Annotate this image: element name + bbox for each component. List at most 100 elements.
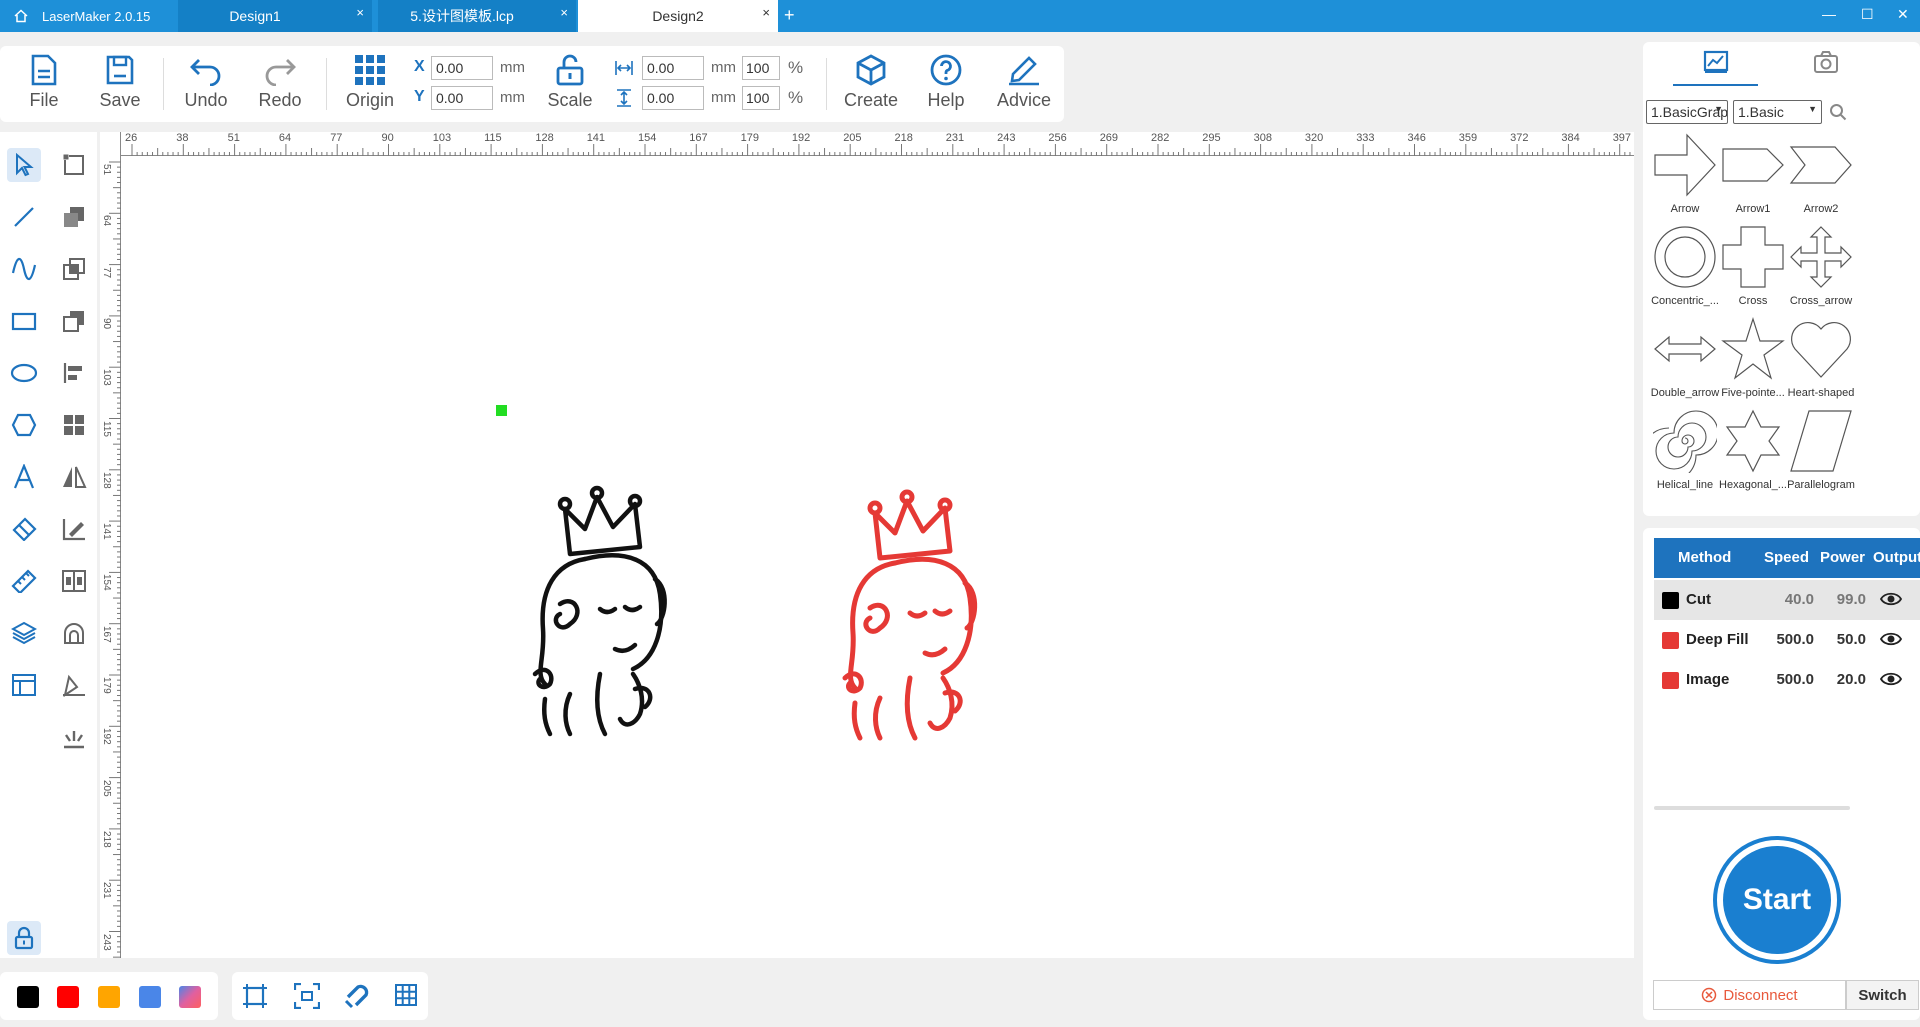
- laser-tool[interactable]: [57, 720, 91, 754]
- origin-button[interactable]: Origin: [338, 54, 402, 118]
- array-tool[interactable]: [57, 408, 91, 442]
- tab-design1[interactable]: Design1 ×: [178, 0, 372, 32]
- path-tool[interactable]: [57, 668, 91, 702]
- origin-marker[interactable]: [496, 405, 507, 416]
- color-swatch-red[interactable]: [57, 986, 79, 1008]
- layer-power[interactable]: 50.0: [1820, 631, 1866, 648]
- height-percent-input[interactable]: [742, 86, 780, 110]
- add-tab-button[interactable]: +: [784, 5, 795, 26]
- eye-icon[interactable]: [1880, 631, 1902, 647]
- layers-tool[interactable]: [7, 616, 41, 650]
- file-button[interactable]: File: [12, 54, 76, 118]
- search-icon[interactable]: [1829, 103, 1847, 121]
- shape-heart[interactable]: Heart-shaped: [1781, 317, 1861, 407]
- eye-icon[interactable]: [1880, 591, 1902, 607]
- fit-page-icon[interactable]: [242, 983, 268, 1009]
- color-swatch-pink[interactable]: [179, 986, 201, 1008]
- measure-tool[interactable]: [7, 564, 41, 598]
- eye-icon[interactable]: [1880, 671, 1902, 687]
- tab-design-template[interactable]: 5.设计图模板.lcp ×: [378, 0, 576, 32]
- polygon-tool[interactable]: [7, 408, 41, 442]
- panel-scrollbar[interactable]: [1654, 806, 1850, 810]
- y-position-input[interactable]: [431, 86, 493, 110]
- minimize-button[interactable]: —: [1822, 6, 1836, 22]
- pointer-icon: [16, 153, 34, 177]
- tab-design2[interactable]: Design2 ×: [578, 0, 778, 32]
- layer-row-deep-fill[interactable]: Deep Fill 500.0 50.0: [1654, 620, 1920, 660]
- layer-color-swatch[interactable]: [1662, 632, 1679, 649]
- layer-speed[interactable]: 40.0: [1764, 591, 1814, 608]
- cube-icon: [856, 54, 886, 86]
- undo-icon: [190, 59, 221, 86]
- color-swatch-orange[interactable]: [98, 986, 120, 1008]
- eraser-tool[interactable]: [7, 512, 41, 546]
- distribute-icon: [62, 570, 86, 592]
- close-icon[interactable]: ×: [356, 5, 364, 20]
- maximize-button[interactable]: ☐: [1861, 6, 1874, 23]
- toolbar-divider: [163, 58, 164, 110]
- subtract-tool[interactable]: [57, 304, 91, 338]
- camera-tab-icon[interactable]: [1813, 50, 1839, 74]
- line-tool[interactable]: [7, 200, 41, 234]
- undo-button[interactable]: Undo: [174, 54, 238, 118]
- shape-arrow2[interactable]: Arrow2: [1781, 133, 1861, 223]
- angle-tool[interactable]: [57, 512, 91, 546]
- x-position-input[interactable]: [431, 56, 493, 80]
- design-canvas[interactable]: mm 2638516477901031151281411541671791922…: [100, 132, 1634, 958]
- close-icon[interactable]: ×: [560, 5, 568, 20]
- redo-button[interactable]: Redo: [248, 54, 312, 118]
- layer-speed[interactable]: 500.0: [1764, 631, 1814, 648]
- disconnect-button[interactable]: Disconnect: [1653, 980, 1846, 1010]
- rectangle-tool[interactable]: [7, 304, 41, 338]
- sketch-queen-black[interactable]: [525, 429, 695, 739]
- layer-color-swatch[interactable]: [1662, 672, 1679, 689]
- layout-tool[interactable]: [7, 668, 41, 702]
- offset-tool[interactable]: [57, 616, 91, 650]
- width-percent-input[interactable]: [742, 56, 780, 80]
- layer-power[interactable]: 99.0: [1820, 591, 1866, 608]
- shape-cross-arrow[interactable]: Cross_arrow: [1781, 225, 1861, 315]
- sketch-queen-red[interactable]: [835, 433, 1005, 743]
- magnet-snap-icon[interactable]: [344, 983, 370, 1009]
- start-button[interactable]: Start: [1713, 836, 1841, 964]
- app-home[interactable]: LaserMaker 2.0.15: [0, 0, 178, 32]
- subcategory-select[interactable]: 1.Basic ▼: [1733, 100, 1822, 124]
- subcategory-value: 1.Basic: [1738, 104, 1784, 120]
- close-icon[interactable]: ×: [762, 5, 770, 20]
- heart-icon: [1791, 322, 1851, 378]
- close-window-button[interactable]: ✕: [1897, 6, 1909, 23]
- node-edit-tool[interactable]: [57, 148, 91, 182]
- advice-button[interactable]: Advice: [992, 54, 1056, 118]
- mirror-tool[interactable]: [57, 460, 91, 494]
- combine-tool[interactable]: [57, 200, 91, 234]
- distribute-tool[interactable]: [57, 564, 91, 598]
- graphics-tab-icon[interactable]: [1703, 50, 1729, 74]
- color-swatch-blue[interactable]: [139, 986, 161, 1008]
- layer-color-swatch[interactable]: [1662, 592, 1679, 609]
- fit-selection-icon[interactable]: [294, 983, 320, 1009]
- align-tool[interactable]: [57, 356, 91, 390]
- layer-speed[interactable]: 500.0: [1764, 671, 1814, 688]
- ruler-tick-label: 64: [278, 132, 292, 144]
- layer-power[interactable]: 20.0: [1820, 671, 1866, 688]
- layer-row-image[interactable]: Image 500.0 20.0: [1654, 660, 1920, 700]
- ruler-tick-label: 282: [1151, 132, 1170, 144]
- scale-lock-button[interactable]: Scale: [538, 54, 602, 118]
- grid-icon[interactable]: [394, 983, 418, 1007]
- intersect-tool[interactable]: [57, 252, 91, 286]
- lock-tool[interactable]: [7, 921, 41, 955]
- height-input[interactable]: [642, 86, 704, 110]
- layer-row-cut[interactable]: Cut 40.0 99.0: [1654, 580, 1920, 620]
- text-tool[interactable]: [7, 460, 41, 494]
- category-select[interactable]: 1.BasicGrap ▼: [1646, 100, 1728, 124]
- help-button[interactable]: Help: [914, 54, 978, 118]
- ellipse-tool[interactable]: [7, 356, 41, 390]
- create-button[interactable]: Create: [838, 54, 904, 118]
- curve-tool[interactable]: [7, 252, 41, 286]
- select-tool[interactable]: [7, 148, 41, 182]
- color-swatch-black[interactable]: [17, 986, 39, 1008]
- save-button[interactable]: Save: [88, 54, 152, 118]
- width-input[interactable]: [642, 56, 704, 80]
- shape-parallelogram[interactable]: Parallelogram: [1781, 409, 1861, 499]
- switch-button[interactable]: Switch: [1846, 980, 1919, 1010]
